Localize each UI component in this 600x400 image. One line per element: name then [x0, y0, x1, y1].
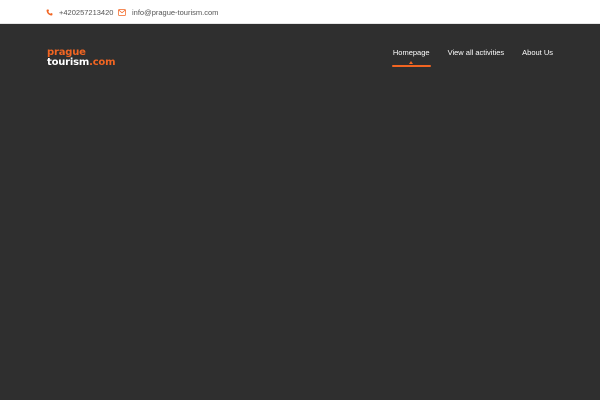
- phone-number: +420257213420: [59, 7, 114, 17]
- email-address: info@prague-tourism.com: [132, 7, 219, 17]
- nav-item-label: View all activities: [447, 48, 505, 57]
- nav-item-view-all-activities[interactable]: View all activities: [448, 48, 505, 58]
- nav-item-homepage[interactable]: Homepage: [391, 48, 431, 67]
- contact-phone[interactable]: +420257213420: [46, 0, 113, 24]
- logo-tld: .com: [89, 57, 116, 68]
- active-underline: [391, 65, 431, 67]
- site-header: prague tourism.com Homepage View all act…: [0, 24, 600, 400]
- active-caret-icon: [409, 61, 414, 64]
- nav-item-label: Homepage: [392, 48, 430, 57]
- envelope-icon: [118, 8, 126, 16]
- logo-line-2: tourism.com: [47, 57, 116, 68]
- nav-item-label: About Us: [522, 48, 553, 57]
- contact-email[interactable]: info@prague-tourism.com: [118, 0, 218, 24]
- site-logo[interactable]: prague tourism.com: [47, 48, 116, 68]
- logo-word: tourism: [47, 57, 90, 68]
- top-info-bar: +420257213420 info@prague-tourism.com: [0, 0, 600, 24]
- main-navigation: Homepage View all activities About Us: [375, 48, 553, 67]
- nav-item-about-us[interactable]: About Us: [522, 48, 553, 58]
- phone-icon: [46, 9, 53, 15]
